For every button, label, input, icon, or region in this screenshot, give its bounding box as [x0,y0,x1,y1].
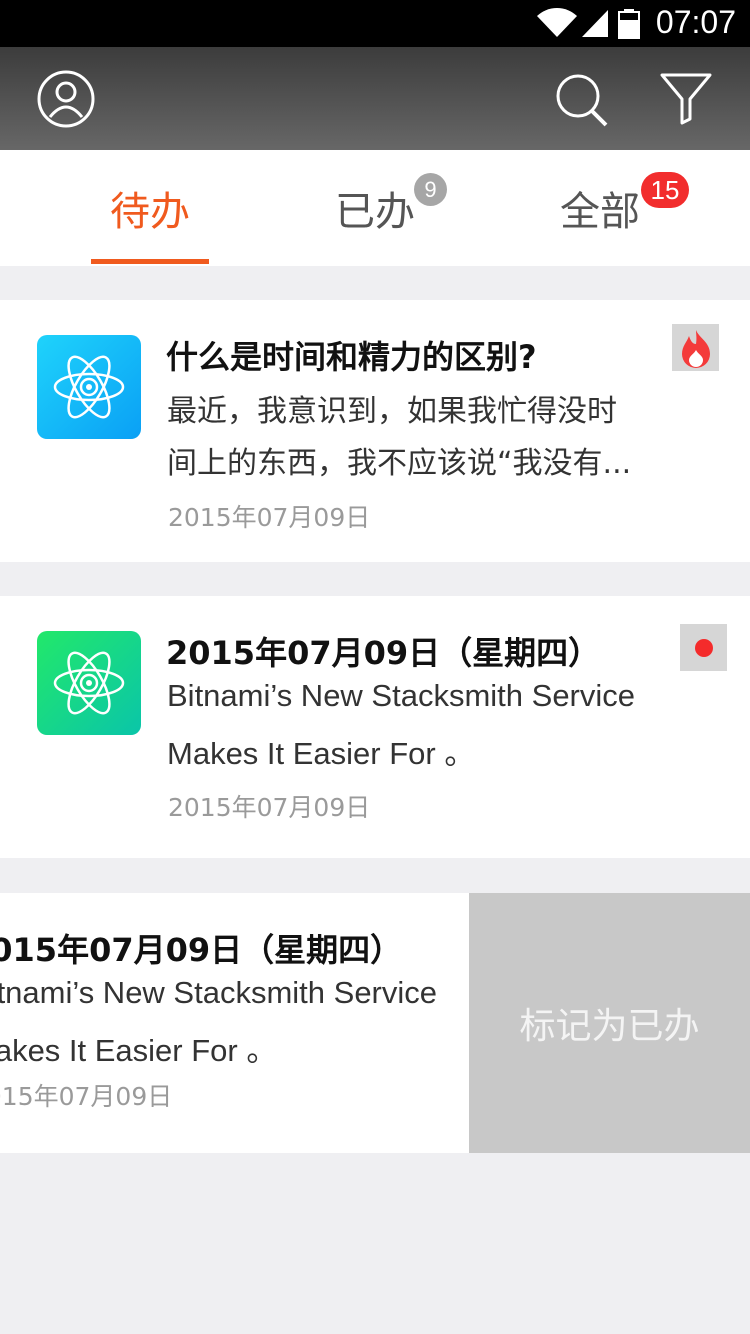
mark-as-done-button[interactable]: 标记为已办 [469,893,750,1153]
red-dot-icon [680,624,727,671]
wifi-icon [537,8,577,37]
tab-todo-label: 待办 [110,189,190,235]
item-body-line: Makes It Easier For 。 [167,736,476,771]
battery-icon [618,9,640,39]
tab-bar: 待办 已办 9 全部 15 [0,150,750,266]
item-title: 2015年07月09日（星期四） [0,931,403,969]
item-body-line: Makes It Easier For 。 [0,1033,278,1068]
tab-todo[interactable]: 待办 [50,150,250,266]
item-body-line: Bitnami’s New Stacksmith Service [167,678,636,713]
swiped-item-content: 2015年07月09日（星期四） Bitnami’s New Stacksmit… [0,893,502,1153]
tab-done[interactable]: 已办 [275,150,475,266]
item-body-line: 最近，我意识到，如果我忙得没时 [167,394,617,429]
atom-app-icon [37,335,141,439]
active-tab-indicator [91,259,209,264]
item-body-line: Bitnami’s New Stacksmith Service [0,975,438,1010]
item-title: 什么是时间和精力的区别? [166,338,537,376]
item-date: 2015年07月09日 [0,1082,173,1111]
all-count-badge: 15 [641,172,689,208]
signal-icon [582,10,608,37]
list-item[interactable]: 2015年07月09日（星期四） Bitnami’s New Stacksmit… [0,596,750,858]
flame-icon [672,324,719,371]
tab-all-label: 全部 [560,189,640,235]
app-bar [0,47,750,150]
filter-icon[interactable] [656,69,716,129]
profile-icon[interactable] [36,69,96,129]
tab-done-label: 已办 [335,189,415,235]
search-icon[interactable] [552,69,612,129]
status-bar: 07:07 [0,0,750,47]
item-title: 2015年07月09日（星期四） [166,634,601,672]
item-date: 2015年07月09日 [168,793,371,822]
list-item-swiped[interactable]: 2015年07月09日（星期四） Bitnami’s New Stacksmit… [0,893,750,1153]
item-date: 2015年07月09日 [168,503,371,532]
item-body-line: 间上的东西，我不应该说“我没有... [167,446,632,481]
tab-all[interactable]: 全部 [500,150,700,266]
atom-app-icon [37,631,141,735]
list-item[interactable]: 什么是时间和精力的区别? 最近，我意识到，如果我忙得没时 间上的东西，我不应该说… [0,300,750,562]
done-count-badge: 9 [414,173,447,206]
status-time: 07:07 [655,4,736,40]
